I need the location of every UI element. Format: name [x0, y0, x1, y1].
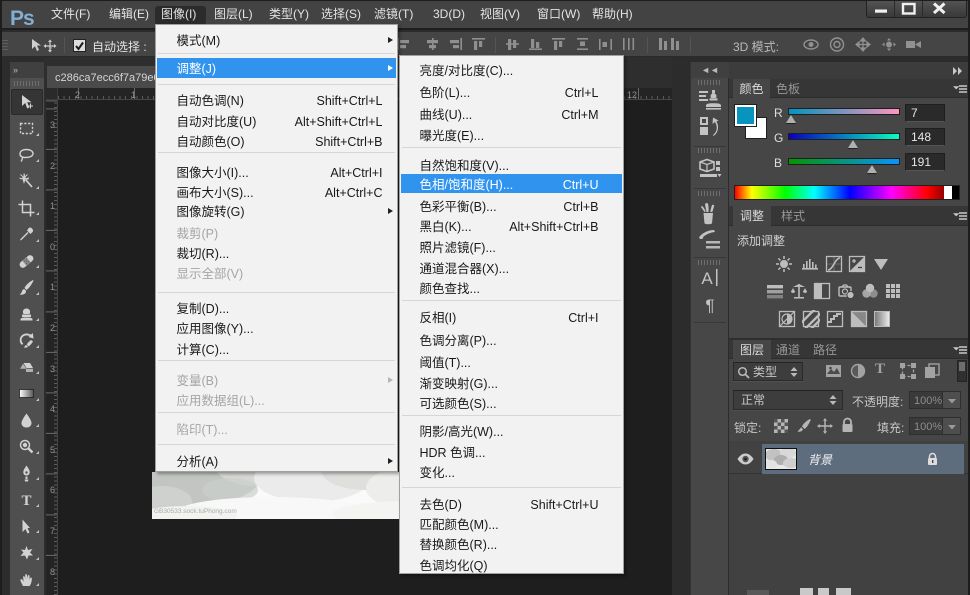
- svg-text:GB30533.sock.tuPhong.com: GB30533.sock.tuPhong.com: [154, 508, 237, 515]
- svg-text:T: T: [21, 493, 31, 508]
- svg-text:¶: ¶: [705, 296, 714, 315]
- svg-text:A: A: [701, 269, 713, 288]
